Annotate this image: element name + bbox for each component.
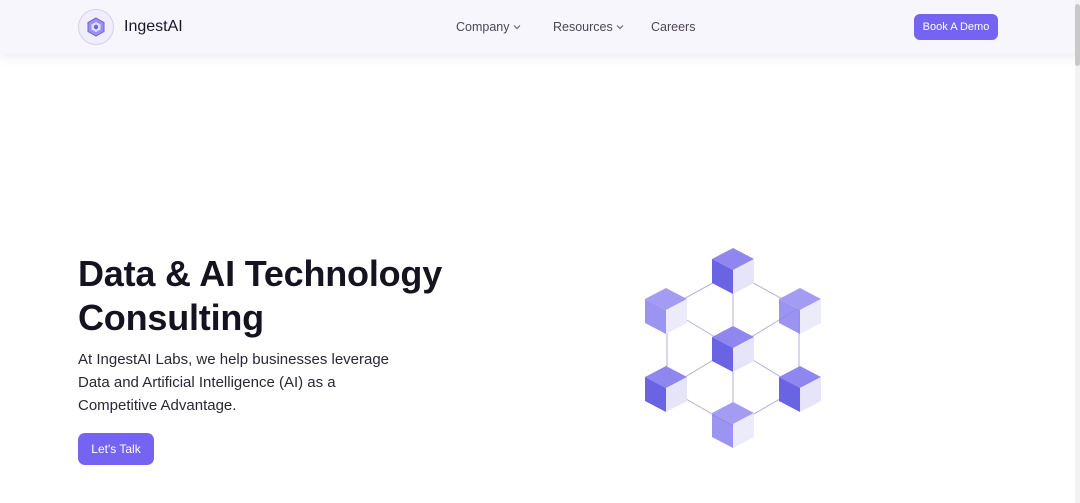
chevron-down-icon: [513, 25, 520, 30]
hero-title-line-2: Consulting: [78, 297, 264, 338]
chevron-down-icon: [616, 25, 624, 30]
hero-title: Data & AI Technology Consulting: [78, 252, 498, 340]
cube-center: [712, 326, 754, 372]
page: IngestAI Company Resources Careers Book …: [0, 0, 1080, 503]
nav-resources-label: Resources: [553, 20, 613, 34]
cube-network-illustration: [645, 248, 821, 448]
hero-subtitle: At IngestAI Labs, we help businesses lev…: [78, 351, 390, 414]
cube-bottom: [712, 402, 754, 448]
page-scrollbar[interactable]: [1075, 0, 1080, 503]
hero-title-line-1: Data & AI Technology: [78, 253, 443, 294]
cube-lower-right: [779, 366, 821, 412]
nav-careers-label: Careers: [651, 20, 696, 34]
cube-lower-left: [645, 366, 687, 412]
book-demo-button[interactable]: Book A Demo: [914, 14, 998, 40]
nav-company-label: Company: [456, 20, 510, 34]
site-header: IngestAI Company Resources Careers Book …: [0, 0, 1080, 54]
cube-top: [712, 248, 754, 294]
nav-company[interactable]: Company: [456, 20, 521, 34]
lets-talk-button[interactable]: Let's Talk: [78, 433, 154, 465]
nav-resources[interactable]: Resources: [553, 20, 624, 34]
cube-upper-left: [645, 288, 687, 334]
nav-careers[interactable]: Careers: [651, 20, 695, 34]
cube-upper-right: [779, 288, 821, 334]
scrollbar-thumb[interactable]: [1075, 4, 1080, 66]
